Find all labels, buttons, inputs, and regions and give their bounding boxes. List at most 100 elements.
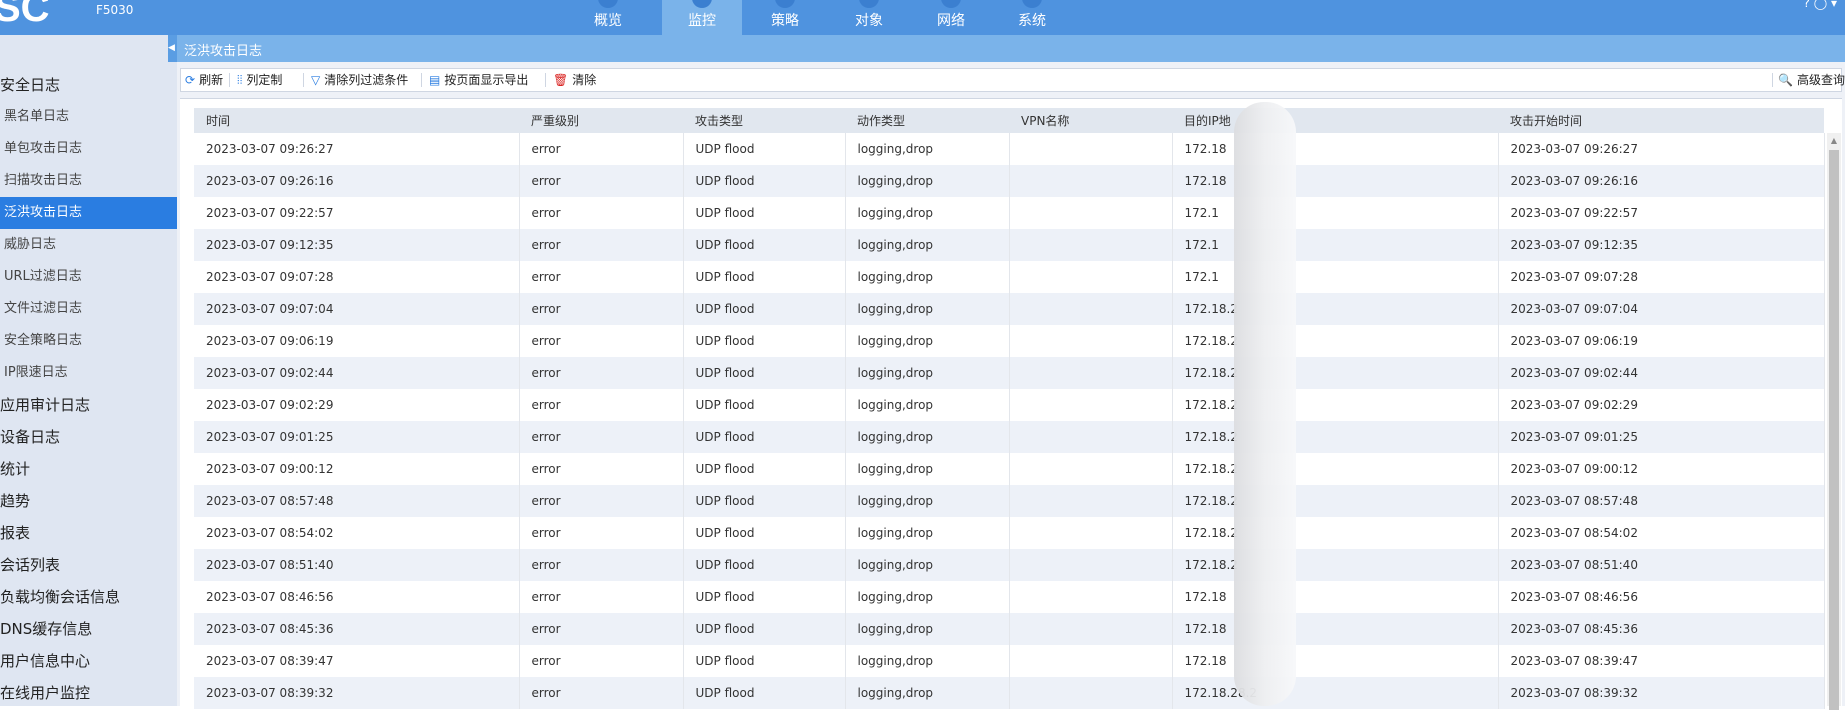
table-cell xyxy=(1009,485,1173,517)
table-row[interactable]: 2023-03-07 09:12:35 error UDP flood logging… xyxy=(194,229,1825,261)
table-cell: 2023-03-07 09:12:35 xyxy=(194,229,520,261)
nav-tab[interactable]: 网络 xyxy=(911,0,991,35)
table-cell: UDP flood xyxy=(683,421,846,453)
nav-tab[interactable]: 对象 xyxy=(829,0,909,35)
column-header[interactable]: 目的IP地 xyxy=(1172,108,1498,133)
toolbar: ⟳ 刷新 ⦙⦙ 列定制 ▽ 清除列过滤条件 ▤ 按页面显示导出 🗑 清除 🔍 高级查询 xyxy=(180,68,1845,92)
column-header[interactable]: 动作类型 xyxy=(845,108,1009,133)
sidebar-item[interactable]: 扫描攻击日志 xyxy=(0,165,177,197)
sidebar-item[interactable]: 黑名单日志 xyxy=(0,101,177,133)
table-row[interactable]: 2023-03-07 08:54:02 error UDP flood logging… xyxy=(194,517,1825,549)
table-row[interactable]: 2023-03-07 09:07:04 error UDP flood logging… xyxy=(194,293,1825,325)
table-cell: UDP flood xyxy=(683,485,846,517)
breadcrumb-bar: ◀ 泛洪攻击日志 xyxy=(168,35,1845,62)
table-cell: 172.1 xyxy=(1172,229,1499,261)
table-cell: logging,drop xyxy=(845,357,1010,389)
sidebar-item[interactable]: URL过滤日志 xyxy=(0,261,177,293)
sidebar-item[interactable]: 安全日志 xyxy=(0,69,177,101)
clear-filter-button[interactable]: ▽ 清除列过滤条件 xyxy=(311,72,408,88)
table-cell: 2023-03-07 09:00:12 xyxy=(194,453,520,485)
divider xyxy=(303,73,304,87)
sidebar-item[interactable]: 趋势 xyxy=(0,485,177,517)
clear-button[interactable]: 🗑 清除 xyxy=(553,72,596,88)
redaction-blur xyxy=(1234,102,1296,706)
sidebar-item[interactable]: 泛洪攻击日志 xyxy=(0,197,177,229)
column-header[interactable]: 攻击开始时间 xyxy=(1498,108,1824,133)
help-icon[interactable]: ? ◯ ▾ xyxy=(1804,0,1837,10)
column-header[interactable]: 严重级别 xyxy=(519,108,683,133)
table-row[interactable]: 2023-03-07 09:01:25 error UDP flood logging… xyxy=(194,421,1825,453)
table-cell: 2023-03-07 09:00:12 xyxy=(1498,453,1825,485)
table-cell: logging,drop xyxy=(845,325,1010,357)
sidebar-item[interactable]: 会话列表 xyxy=(0,549,177,581)
table-row[interactable]: 2023-03-07 08:46:56 error UDP flood logging… xyxy=(194,581,1825,613)
column-header[interactable]: VPN名称 xyxy=(1009,108,1172,133)
refresh-button[interactable]: ⟳ 刷新 xyxy=(185,72,223,88)
nav-tab[interactable]: 概览 xyxy=(568,0,648,35)
scrollbar-thumb[interactable] xyxy=(1829,150,1839,710)
export-button[interactable]: ▤ 按页面显示导出 xyxy=(429,72,528,88)
device-model: F5030 xyxy=(96,3,134,17)
table-row[interactable]: 2023-03-07 09:22:57 error UDP flood logging… xyxy=(194,197,1825,229)
table-cell: logging,drop xyxy=(845,261,1010,293)
column-customize-button[interactable]: ⦙⦙ 列定制 xyxy=(237,72,282,88)
column-header[interactable]: 攻击类型 xyxy=(683,108,845,133)
table-cell xyxy=(1009,645,1173,677)
sidebar-item[interactable]: 用户信息中心 xyxy=(0,645,177,677)
table-cell: logging,drop xyxy=(845,229,1010,261)
sidebar-item[interactable]: 统计 xyxy=(0,453,177,485)
columns-icon: ⦙⦙ xyxy=(237,73,243,87)
table-row[interactable]: 2023-03-07 08:57:48 error UDP flood logging… xyxy=(194,485,1825,517)
vertical-scrollbar[interactable]: ▲ xyxy=(1827,133,1841,710)
table-cell: UDP flood xyxy=(683,261,846,293)
table-cell: UDP flood xyxy=(683,197,846,229)
table-cell: logging,drop xyxy=(845,517,1010,549)
table-cell xyxy=(1009,421,1173,453)
nav-tab[interactable]: 策略 xyxy=(745,0,825,35)
advanced-search-label: 高级查询 xyxy=(1796,73,1845,87)
table-cell: error xyxy=(519,261,684,293)
sidebar-item[interactable]: 威胁日志 xyxy=(0,229,177,261)
advanced-search-button[interactable]: 🔍 高级查询 xyxy=(1778,72,1845,88)
nav-tab-label: 概览 xyxy=(594,13,622,29)
table-row[interactable]: 2023-03-07 08:39:32 error UDP flood logging… xyxy=(194,677,1825,709)
table-row[interactable]: 2023-03-07 09:26:16 error UDP flood logging… xyxy=(194,165,1825,197)
table-row[interactable]: 2023-03-07 08:39:47 error UDP flood logging… xyxy=(194,645,1825,677)
columns-label: 列定制 xyxy=(246,73,283,87)
column-header[interactable]: 时间 xyxy=(194,108,519,133)
sidebar-item[interactable]: 安全策略日志 xyxy=(0,325,177,357)
sidebar-item[interactable]: 报表 xyxy=(0,517,177,549)
sidebar-item[interactable]: 文件过滤日志 xyxy=(0,293,177,325)
scroll-up-icon[interactable]: ▲ xyxy=(1827,136,1841,145)
table-row[interactable]: 2023-03-07 09:26:27 error UDP flood logging… xyxy=(194,133,1825,165)
sidebar-item[interactable]: DNS缓存信息 xyxy=(0,613,177,645)
sidebar-item[interactable]: IP限速日志 xyxy=(0,357,177,389)
logo: SC xyxy=(0,0,50,30)
table-cell: 172.1 xyxy=(1172,261,1499,293)
nav-tab[interactable]: 监控 xyxy=(662,0,742,35)
sidebar-item[interactable]: 设备日志 xyxy=(0,421,177,453)
table-row[interactable]: 2023-03-07 08:51:40 error UDP flood logging… xyxy=(194,549,1825,581)
table-row[interactable]: 2023-03-07 09:00:12 error UDP flood logging… xyxy=(194,453,1825,485)
table-cell: 2023-03-07 09:01:25 xyxy=(1498,421,1825,453)
divider xyxy=(545,73,546,87)
table-row[interactable]: 2023-03-07 09:02:44 error UDP flood logging… xyxy=(194,357,1825,389)
table-cell: logging,drop xyxy=(845,581,1010,613)
table-row[interactable]: 2023-03-07 09:02:29 error UDP flood logging… xyxy=(194,389,1825,421)
sidebar-item[interactable]: 负载均衡会话信息 xyxy=(0,581,177,613)
table-cell: error xyxy=(519,485,684,517)
sidebar-item[interactable]: 应用审计日志 xyxy=(0,389,177,421)
nav-tab[interactable]: 系统 xyxy=(992,0,1072,35)
sidebar-item[interactable]: 在线用户监控 xyxy=(0,677,177,709)
table-row[interactable]: 2023-03-07 08:45:36 error UDP flood logging… xyxy=(194,613,1825,645)
table-cell: 172.18.2 xyxy=(1172,357,1499,389)
table-cell xyxy=(1009,549,1173,581)
table-cell: logging,drop xyxy=(845,197,1010,229)
table-row[interactable]: 2023-03-07 09:07:28 error UDP flood logging… xyxy=(194,261,1825,293)
table-row[interactable]: 2023-03-07 09:06:19 error UDP flood logging… xyxy=(194,325,1825,357)
table-cell xyxy=(1009,453,1173,485)
collapse-sidebar-icon[interactable]: ◀ xyxy=(168,35,177,62)
sidebar-item[interactable]: 单包攻击日志 xyxy=(0,133,177,165)
table-cell: 2023-03-07 09:02:44 xyxy=(194,357,520,389)
table-cell: UDP flood xyxy=(683,581,846,613)
